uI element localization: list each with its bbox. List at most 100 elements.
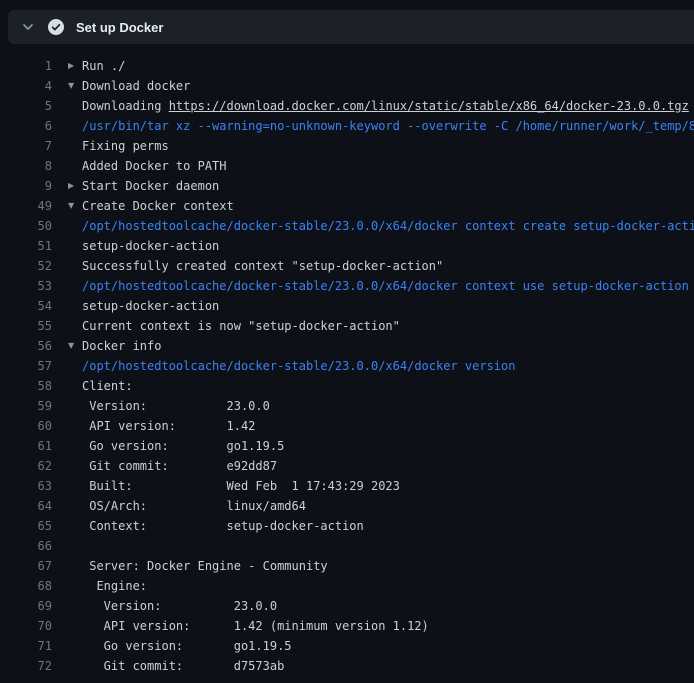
log-text: /opt/hostedtoolcache/docker-stable/23.0.…	[82, 216, 694, 236]
line-number[interactable]: 70	[0, 616, 52, 636]
log-text: Version: 23.0.0	[82, 396, 270, 416]
log-segment: Docker info	[82, 339, 161, 353]
chevron-expanded-icon: ▼	[68, 336, 82, 356]
log-row: 70 API version: 1.42 (minimum version 1.…	[0, 616, 694, 636]
log-text: Go version: go1.19.5	[82, 436, 284, 456]
line-number[interactable]: 62	[0, 456, 52, 476]
log-row: 62 Git commit: e92dd87	[0, 456, 694, 476]
line-number[interactable]: 4	[0, 76, 52, 96]
log-group-row[interactable]: 1▶Run ./	[0, 56, 694, 76]
log-row: 68 Engine:	[0, 576, 694, 596]
log-text: Added Docker to PATH	[82, 156, 227, 176]
line-number[interactable]: 61	[0, 436, 52, 456]
step-header[interactable]: Set up Docker	[8, 10, 694, 44]
success-check-icon	[48, 19, 64, 35]
log-text: Create Docker context	[82, 196, 234, 216]
log-segment: Server: Docker Engine - Community	[82, 559, 328, 573]
line-number[interactable]: 52	[0, 256, 52, 276]
line-number[interactable]: 71	[0, 636, 52, 656]
line-number[interactable]: 72	[0, 656, 52, 676]
line-number[interactable]: 67	[0, 556, 52, 576]
log-row: 51 setup-docker-action	[0, 236, 694, 256]
line-number[interactable]: 56	[0, 336, 52, 356]
line-number[interactable]: 59	[0, 396, 52, 416]
log-row: 69 Version: 23.0.0	[0, 596, 694, 616]
log-segment: Fixing perms	[82, 139, 169, 153]
line-number[interactable]: 53	[0, 276, 52, 296]
log-text: /opt/hostedtoolcache/docker-stable/23.0.…	[82, 356, 515, 376]
chevron-collapsed-icon: ▶	[68, 56, 82, 76]
log-row: 50/opt/hostedtoolcache/docker-stable/23.…	[0, 216, 694, 236]
log-group-row[interactable]: 9▶Start Docker daemon	[0, 176, 694, 196]
line-number[interactable]: 50	[0, 216, 52, 236]
log-text: OS/Arch: linux/amd64	[82, 496, 306, 516]
log-row: 52 Successfully created context "setup-do…	[0, 256, 694, 276]
line-number[interactable]: 57	[0, 356, 52, 376]
log-segment: Git commit: d7573ab	[82, 659, 284, 673]
log-row: 8 Added Docker to PATH	[0, 156, 694, 176]
log-text: Successfully created context "setup-dock…	[82, 256, 443, 276]
log-segment: setup-docker-action	[82, 299, 219, 313]
log-text: Download docker	[82, 76, 190, 96]
line-number[interactable]: 66	[0, 536, 52, 556]
log-group-row[interactable]: 4 ▼Download docker	[0, 76, 694, 96]
log-row: 57/opt/hostedtoolcache/docker-stable/23.…	[0, 356, 694, 376]
line-number[interactable]: 63	[0, 476, 52, 496]
log-link[interactable]: https://download.docker.com/linux/static…	[169, 99, 689, 113]
log-row: 60 API version: 1.42	[0, 416, 694, 436]
log-text: /opt/hostedtoolcache/docker-stable/23.0.…	[82, 276, 689, 296]
line-number[interactable]: 1	[0, 56, 52, 76]
log-text: setup-docker-action	[82, 236, 219, 256]
log-text: Built: Wed Feb 1 17:43:29 2023	[82, 476, 400, 496]
log-text: setup-docker-action	[82, 296, 219, 316]
log-segment: Built: Wed Feb 1 17:43:29 2023	[82, 479, 400, 493]
log-group-row[interactable]: 49▼Create Docker context	[0, 196, 694, 216]
log-segment: Version: 23.0.0	[82, 399, 270, 413]
log-segment: Successfully created context "setup-dock…	[82, 259, 443, 273]
line-number[interactable]: 68	[0, 576, 52, 596]
log-segment: Download docker	[82, 79, 190, 93]
log-segment: /usr/bin/tar xz --warning=no-unknown-key…	[82, 119, 694, 133]
log-lines: 1▶Run ./4▼Download docker5Downloading ht…	[0, 44, 694, 676]
step-title: Set up Docker	[76, 20, 163, 35]
log-row: 53/opt/hostedtoolcache/docker-stable/23.…	[0, 276, 694, 296]
line-number[interactable]: 55	[0, 316, 52, 336]
line-number[interactable]: 60	[0, 416, 52, 436]
log-group-row[interactable]: 56 ▼Docker info	[0, 336, 694, 356]
log-text: Docker info	[82, 336, 161, 356]
log-row: 65 Context: setup-docker-action	[0, 516, 694, 536]
log-text: Server: Docker Engine - Community	[82, 556, 328, 576]
line-number[interactable]: 65	[0, 516, 52, 536]
log-text: Engine:	[82, 576, 147, 596]
log-text: API version: 1.42 (minimum version 1.12)	[82, 616, 429, 636]
log-segment: Git commit: e92dd87	[82, 459, 277, 473]
log-row: 7 Fixing perms	[0, 136, 694, 156]
line-number[interactable]: 5	[0, 96, 52, 116]
line-number[interactable]: 69	[0, 596, 52, 616]
log-text: Version: 23.0.0	[82, 596, 277, 616]
chevron-expanded-icon: ▼	[68, 76, 82, 96]
line-number[interactable]: 54	[0, 296, 52, 316]
log-segment: Client:	[82, 379, 133, 393]
line-number[interactable]: 58	[0, 376, 52, 396]
line-number[interactable]: 64	[0, 496, 52, 516]
log-row: 59 Version: 23.0.0	[0, 396, 694, 416]
log-segment: Engine:	[82, 579, 147, 593]
log-segment: API version: 1.42	[82, 419, 255, 433]
log-row: 55 Current context is now "setup-docker-a…	[0, 316, 694, 336]
log-segment: OS/Arch: linux/amd64	[82, 499, 306, 513]
log-text: Downloading https://download.docker.com/…	[82, 96, 689, 116]
log-row: 61 Go version: go1.19.5	[0, 436, 694, 456]
line-number[interactable]: 49	[0, 196, 52, 216]
chevron-collapsed-icon: ▶	[68, 176, 82, 196]
line-number[interactable]: 7	[0, 136, 52, 156]
log-text: Current context is now "setup-docker-act…	[82, 316, 400, 336]
line-number[interactable]: 51	[0, 236, 52, 256]
line-number[interactable]: 6	[0, 116, 52, 136]
line-number[interactable]: 8	[0, 156, 52, 176]
log-segment: Downloading	[82, 99, 169, 113]
line-number[interactable]: 9	[0, 176, 52, 196]
log-segment: /opt/hostedtoolcache/docker-stable/23.0.…	[82, 219, 694, 233]
log-text: API version: 1.42	[82, 416, 255, 436]
actions-log-viewer: Set up Docker 1▶Run ./4▼Download docker5…	[0, 0, 694, 683]
